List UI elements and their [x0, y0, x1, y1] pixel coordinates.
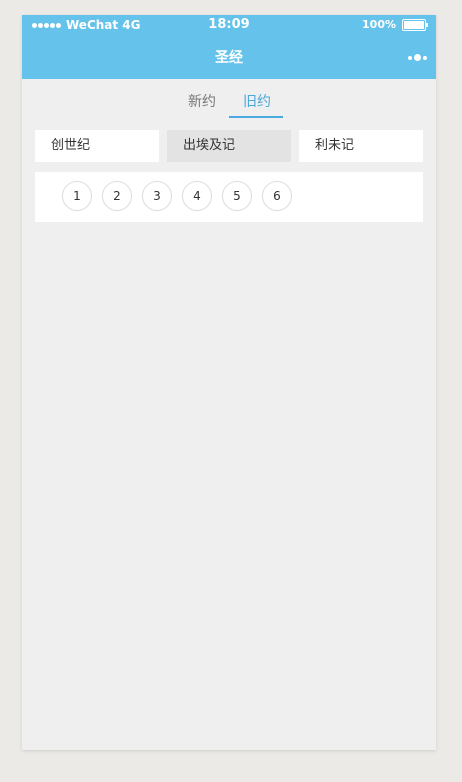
book-genesis[interactable]: 创世纪 [35, 130, 159, 162]
battery-indicator: 100% [362, 18, 428, 31]
nav-bar: 圣经 [22, 35, 436, 79]
tab-old-testament[interactable]: 旧约 [243, 91, 271, 111]
chapter-button[interactable]: 1 [62, 181, 92, 211]
book-leviticus[interactable]: 利未记 [299, 130, 423, 162]
active-tab-indicator [229, 116, 283, 118]
page-title: 圣经 [215, 50, 243, 66]
chapter-button[interactable]: 5 [222, 181, 252, 211]
tab-new-testament[interactable]: 新约 [188, 91, 216, 111]
chapter-button[interactable]: 4 [182, 181, 212, 211]
book-list: 创世纪 出埃及记 利未记 [35, 130, 423, 162]
more-options-icon[interactable] [408, 54, 427, 61]
battery-percent: 100% [362, 18, 396, 31]
status-bar: WeChat 4G 18:09 100% [22, 15, 436, 35]
phone-screen: WeChat 4G 18:09 100% 圣经 新约 旧约 创世纪 出埃及记 利… [22, 15, 436, 750]
chapter-button[interactable]: 3 [142, 181, 172, 211]
chapter-button[interactable]: 6 [262, 181, 292, 211]
chapter-button[interactable]: 2 [102, 181, 132, 211]
chapter-list: 1 2 3 4 5 6 [35, 172, 423, 222]
book-exodus[interactable]: 出埃及记 [167, 130, 291, 162]
battery-icon [402, 18, 428, 31]
testament-tabs: 新约 旧约 [22, 79, 436, 119]
